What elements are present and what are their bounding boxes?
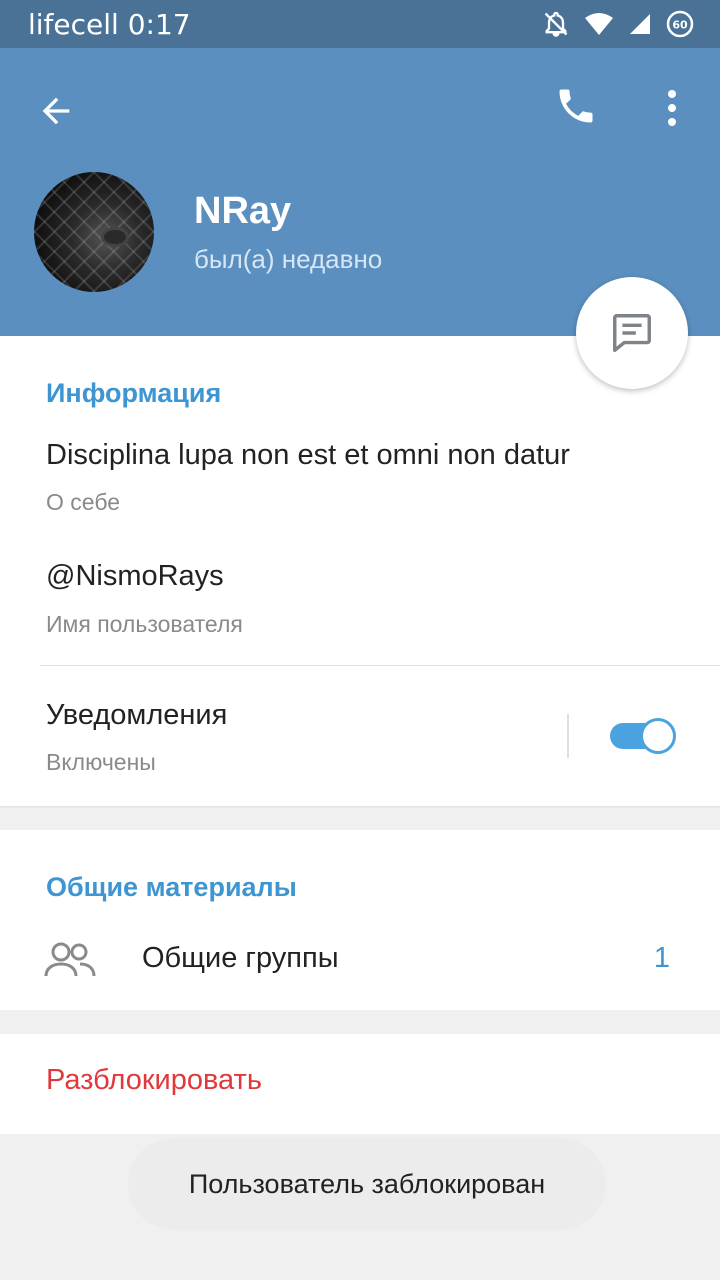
last-seen-status: был(а) недавно xyxy=(194,244,383,274)
common-groups-label: Общие группы xyxy=(142,942,339,974)
username-label: Имя пользователя xyxy=(46,611,243,637)
notifications-label[interactable]: Уведомления xyxy=(46,699,227,732)
message-icon xyxy=(613,314,651,352)
profile-name: NRay xyxy=(194,190,292,232)
info-title: Информация xyxy=(46,378,222,408)
shared-section: Общие материалы Общие группы 1 xyxy=(0,830,720,1010)
signal-icon xyxy=(628,12,652,36)
more-options-button[interactable] xyxy=(648,78,696,138)
back-arrow-icon xyxy=(42,97,70,125)
more-vert-icon xyxy=(668,90,676,126)
wifi-icon xyxy=(584,12,614,36)
carrier-name: lifecell xyxy=(28,8,119,41)
vertical-separator xyxy=(567,714,569,758)
common-groups-row[interactable]: Общие группы 1 xyxy=(0,930,720,994)
groups-icon xyxy=(44,942,96,977)
divider xyxy=(40,665,720,666)
mute-icon xyxy=(542,10,570,38)
info-section: Информация Disciplina lupa non est et om… xyxy=(0,336,720,806)
status-bar: lifecell 0:17 60 xyxy=(0,0,720,48)
call-button[interactable] xyxy=(548,78,604,134)
common-groups-count: 1 xyxy=(653,942,670,974)
notifications-state: Включены xyxy=(46,749,156,775)
battery-level: 60 xyxy=(672,19,688,32)
shared-title: Общие материалы xyxy=(46,872,297,902)
clock: 0:17 xyxy=(127,8,191,41)
avatar[interactable] xyxy=(34,172,154,292)
blocked-toast: Пользователь заблокирован xyxy=(128,1138,606,1230)
carrier-time: lifecell 0:17 xyxy=(28,8,191,41)
phone-icon xyxy=(559,89,593,123)
send-message-button[interactable] xyxy=(576,277,688,389)
bio-label: О себе xyxy=(46,489,121,515)
notifications-toggle[interactable] xyxy=(610,718,676,754)
battery-icon: 60 xyxy=(666,10,694,38)
unblock-section: Разблокировать xyxy=(0,1034,720,1134)
back-button[interactable] xyxy=(28,83,84,139)
username-text[interactable]: @NismoRays xyxy=(46,560,224,593)
unblock-button[interactable]: Разблокировать xyxy=(46,1064,262,1097)
bio-text[interactable]: Disciplina lupa non est et omni non datu… xyxy=(46,439,570,472)
